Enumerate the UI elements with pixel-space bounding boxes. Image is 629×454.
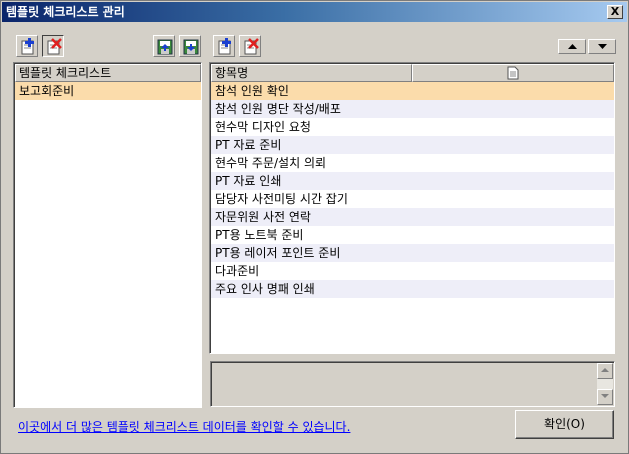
- ok-button[interactable]: 확인(O): [515, 410, 614, 439]
- import-template-button[interactable]: [153, 35, 175, 57]
- template-list-header[interactable]: 템플릿 체크리스트: [15, 64, 201, 82]
- scroll-down-icon: [601, 394, 609, 398]
- item-list-row[interactable]: 자문위원 사전 연락: [211, 208, 614, 226]
- item-list-row[interactable]: 다과준비: [211, 262, 614, 280]
- scroll-down-button[interactable]: [597, 389, 613, 405]
- more-templates-link[interactable]: 이곳에서 더 많은 템플릿 체크리스트 데이터를 확인할 수 있습니다.: [18, 418, 350, 435]
- delete-template-button[interactable]: [42, 35, 64, 57]
- add-template-button[interactable]: [16, 35, 38, 57]
- move-down-icon: [598, 44, 607, 49]
- import-icon: [157, 39, 173, 55]
- close-button[interactable]: X: [607, 5, 623, 19]
- scroll-up-button[interactable]: [597, 363, 613, 379]
- document-icon: [507, 66, 519, 80]
- template-checklist-dialog: 템플릿 체크리스트 관리 X 템플릿 체크리스트 보고회준비 항목명 참석 인원…: [0, 0, 629, 454]
- add-icon: [21, 38, 34, 55]
- add-item-button[interactable]: [213, 35, 235, 57]
- item-list-row[interactable]: 참석 인원 명단 작성/배포: [211, 100, 614, 118]
- item-name-header[interactable]: 항목명: [211, 64, 412, 82]
- item-list-row[interactable]: PT용 노트북 준비: [211, 226, 614, 244]
- add-item-icon: [218, 38, 231, 55]
- move-down-button[interactable]: [588, 39, 616, 54]
- window-title: 템플릿 체크리스트 관리: [6, 5, 125, 19]
- item-list-row[interactable]: 담당자 사전미팅 시간 잡기: [211, 190, 614, 208]
- scroll-up-icon: [601, 368, 609, 372]
- template-list-item[interactable]: 보고회준비: [15, 82, 201, 100]
- item-list-row[interactable]: 현수막 디자인 요청: [211, 118, 614, 136]
- delete-item-icon: [244, 38, 259, 55]
- save-template-button[interactable]: [179, 35, 201, 57]
- item-extra-header[interactable]: [412, 64, 614, 82]
- template-list[interactable]: 템플릿 체크리스트 보고회준비: [13, 62, 202, 408]
- item-list-row[interactable]: PT 자료 준비: [211, 136, 614, 154]
- item-list-row[interactable]: 참석 인원 확인: [211, 82, 614, 100]
- item-list-row[interactable]: PT용 레이저 포인트 준비: [211, 244, 614, 262]
- item-list-row[interactable]: 주요 인사 명패 인쇄: [211, 280, 614, 298]
- save-icon: [183, 39, 199, 55]
- move-up-button[interactable]: [558, 39, 586, 54]
- item-memo-box[interactable]: [210, 361, 615, 407]
- delete-icon: [47, 38, 62, 55]
- title-bar[interactable]: 템플릿 체크리스트 관리 X: [2, 2, 627, 22]
- item-list-row[interactable]: 현수막 주문/설치 의뢰: [211, 154, 614, 172]
- delete-item-button[interactable]: [239, 35, 261, 57]
- move-up-icon: [568, 44, 577, 49]
- memo-scrollbar[interactable]: [597, 363, 613, 405]
- item-list[interactable]: 항목명 참석 인원 확인 참석 인원 명단 작성/배포 현수막 디자인 요청 PT 자…: [209, 62, 615, 354]
- item-list-row[interactable]: PT 자료 인쇄: [211, 172, 614, 190]
